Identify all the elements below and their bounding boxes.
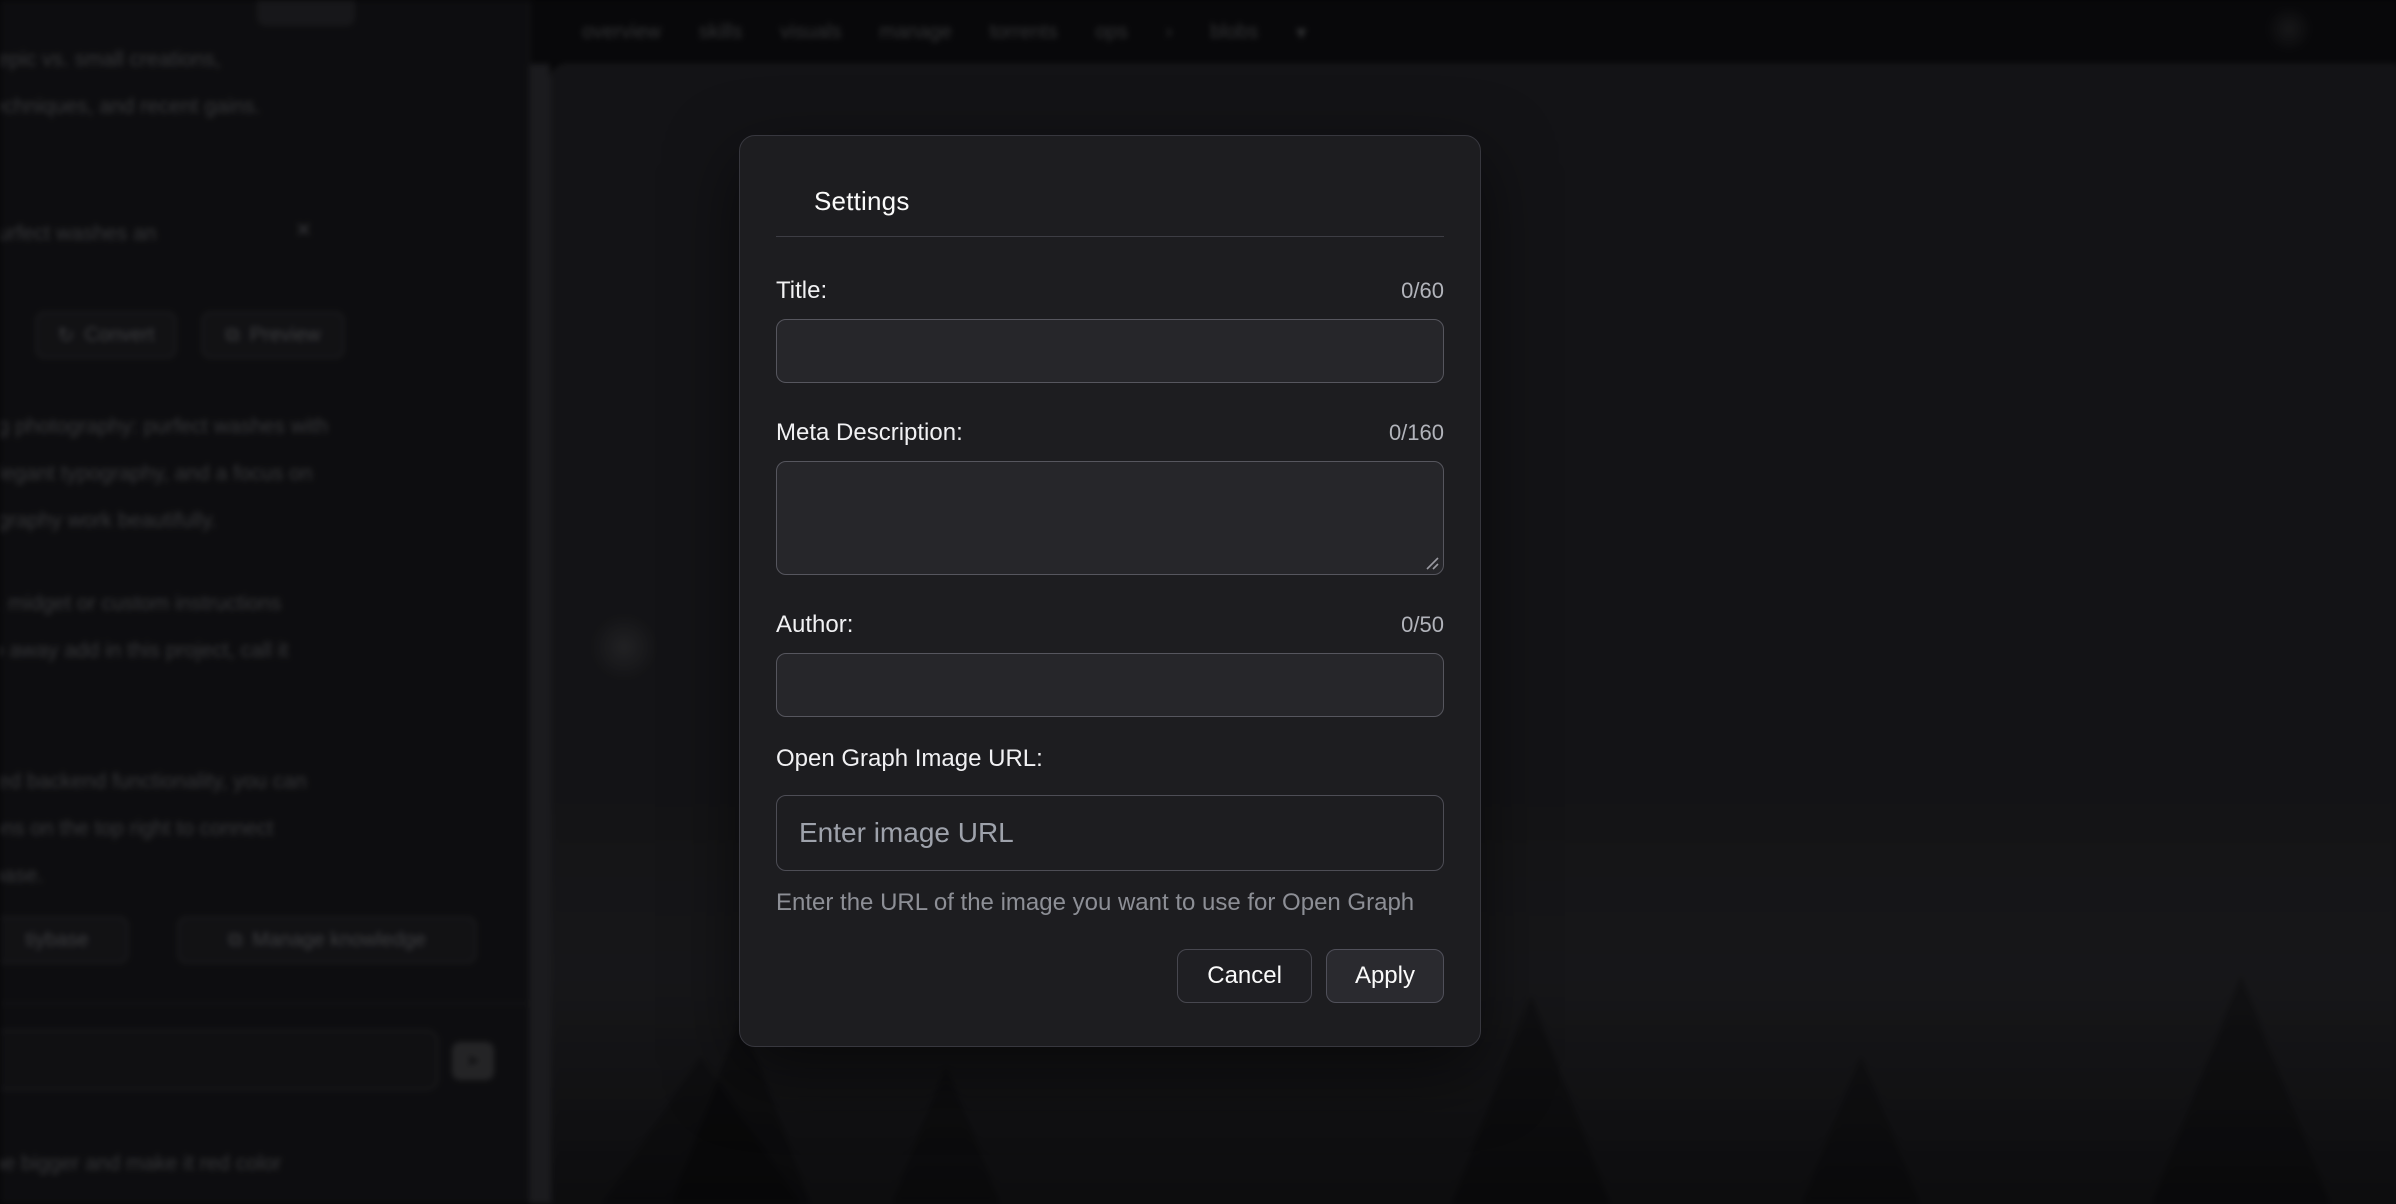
og-image-url-input[interactable]	[776, 795, 1444, 871]
modal-divider	[776, 236, 1444, 237]
modal-title: Settings	[814, 186, 1444, 217]
cancel-button[interactable]: Cancel	[1177, 949, 1312, 1003]
title-input[interactable]	[776, 319, 1444, 383]
meta-description-field-row: Meta Description: 0/160	[776, 419, 1444, 447]
og-image-url-label: Open Graph Image URL:	[776, 745, 1043, 773]
meta-description-label: Meta Description:	[776, 419, 963, 447]
author-label: Author:	[776, 611, 853, 639]
resize-grip-icon[interactable]	[1423, 554, 1439, 570]
author-field-row: Author: 0/50	[776, 611, 1444, 639]
author-input[interactable]	[776, 653, 1444, 717]
settings-modal: Settings Title: 0/60 Meta Description: 0…	[739, 135, 1481, 1047]
og-image-field-row: Open Graph Image URL:	[776, 745, 1444, 773]
meta-description-char-counter: 0/160	[1389, 420, 1444, 446]
title-field-row: Title: 0/60	[776, 277, 1444, 305]
title-label: Title:	[776, 277, 827, 305]
meta-description-textarea[interactable]	[776, 461, 1444, 575]
title-char-counter: 0/60	[1401, 278, 1444, 304]
modal-button-row: Cancel Apply	[776, 949, 1444, 1003]
og-image-helper-text: Enter the URL of the image you want to u…	[776, 889, 1444, 917]
apply-button[interactable]: Apply	[1326, 949, 1444, 1003]
author-char-counter: 0/50	[1401, 612, 1444, 638]
